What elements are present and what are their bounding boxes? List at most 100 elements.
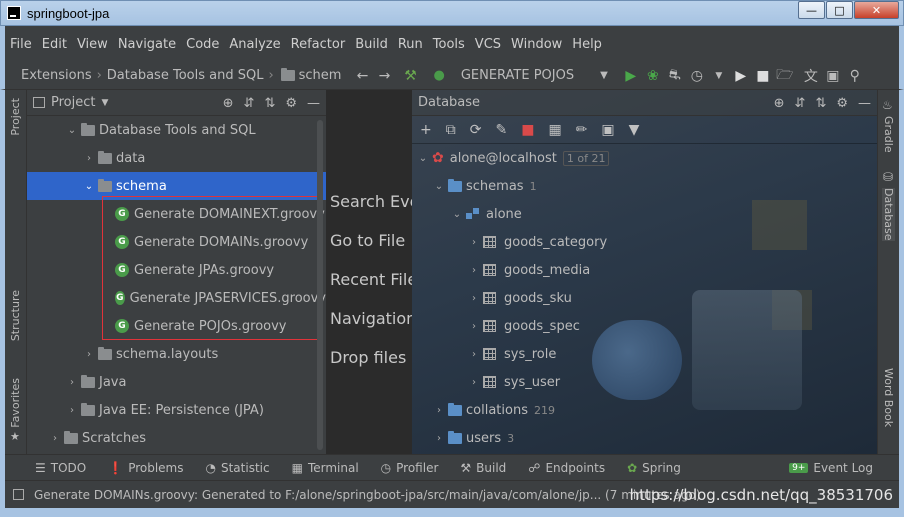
expand-all-icon[interactable]: ⇵ bbox=[244, 96, 255, 111]
tree-item-schema-alone[interactable]: ⌄ alone bbox=[412, 200, 877, 228]
menu-analyze[interactable]: Analyze bbox=[229, 37, 280, 52]
tree-item-schema-layouts[interactable]: › schema.layouts bbox=[27, 340, 326, 368]
profile-icon[interactable]: ◷ bbox=[686, 65, 708, 87]
table-view-icon[interactable]: ▦ bbox=[548, 122, 561, 138]
tree-item-scratches[interactable]: › Scratches bbox=[27, 424, 326, 452]
project-tool-tab[interactable]: Project bbox=[9, 98, 22, 136]
hide-icon[interactable]: — bbox=[307, 96, 320, 111]
tree-item-database-tools[interactable]: ⌄ Database Tools and SQL bbox=[27, 116, 326, 144]
tree-item-data[interactable]: › data bbox=[27, 144, 326, 172]
menu-refactor[interactable]: Refactor bbox=[291, 37, 346, 52]
chevron-right-icon[interactable]: › bbox=[48, 433, 62, 444]
tool-tab-todo[interactable]: ☰ TODO bbox=[35, 461, 86, 475]
breadcrumb-schema[interactable]: schem bbox=[299, 68, 342, 83]
status-toggle-icon[interactable] bbox=[13, 489, 24, 500]
chevron-right-icon[interactable]: › bbox=[432, 405, 446, 416]
wordbook-tool-tab[interactable]: Word Book bbox=[882, 368, 895, 427]
chevron-right-icon[interactable]: › bbox=[65, 405, 79, 416]
menu-view[interactable]: View bbox=[77, 37, 108, 52]
tree-item-datasource[interactable]: ⌄ ✿ alone@localhost 1 of 21 bbox=[412, 144, 877, 172]
tree-item-users[interactable]: › users 3 bbox=[412, 424, 877, 452]
project-panel-title[interactable]: Project bbox=[51, 95, 95, 110]
hide-icon[interactable]: — bbox=[858, 96, 871, 111]
chevron-right-icon[interactable]: › bbox=[82, 153, 96, 164]
chevron-down-icon[interactable]: ⌄ bbox=[432, 181, 446, 192]
chevron-right-icon[interactable]: › bbox=[467, 349, 481, 360]
favorites-tool-tab[interactable]: Favorites bbox=[9, 378, 22, 428]
tree-item-collations[interactable]: › collations 219 bbox=[412, 396, 877, 424]
edit-icon[interactable]: ✏ bbox=[576, 122, 588, 138]
run-configuration-dropdown[interactable]: ● GENERATE POJOS ▼ bbox=[427, 65, 613, 87]
chevron-right-icon[interactable]: › bbox=[467, 321, 481, 332]
menu-code[interactable]: Code bbox=[186, 37, 219, 52]
locate-icon[interactable]: ⊕ bbox=[774, 96, 785, 111]
database-tool-tab[interactable]: Database bbox=[882, 188, 895, 241]
chevron-right-icon[interactable]: › bbox=[82, 349, 96, 360]
chevron-right-icon[interactable]: › bbox=[467, 265, 481, 276]
status-message[interactable]: Generate DOMAINs.groovy: Generated to F:… bbox=[34, 488, 701, 502]
tool-tab-problems[interactable]: ❗ Problems bbox=[108, 461, 183, 475]
project-structure-icon[interactable]: 🗁 bbox=[774, 65, 796, 87]
chevron-right-icon[interactable]: › bbox=[467, 237, 481, 248]
hammer-build-icon[interactable]: ⚒ bbox=[399, 65, 421, 87]
tree-item-java-ee[interactable]: › Java EE: Persistence (JPA) bbox=[27, 396, 326, 424]
tree-item-table[interactable]: › sys_user bbox=[412, 368, 877, 396]
gear-icon[interactable]: ⚙ bbox=[285, 96, 297, 111]
chevron-down-icon[interactable]: ⌄ bbox=[416, 153, 430, 164]
gradle-tool-tab[interactable]: Gradle bbox=[882, 116, 895, 153]
chevron-right-icon[interactable]: › bbox=[467, 293, 481, 304]
gear-icon[interactable]: ⚙ bbox=[836, 96, 848, 111]
tree-item-schemas[interactable]: ⌄ schemas 1 bbox=[412, 172, 877, 200]
presentation-icon[interactable]: ▣ bbox=[822, 65, 844, 87]
filter-icon[interactable]: ▼ bbox=[629, 122, 640, 138]
menu-vcs[interactable]: VCS bbox=[475, 37, 501, 52]
menu-tools[interactable]: Tools bbox=[433, 37, 465, 52]
tree-item-table[interactable]: › goods_spec bbox=[412, 312, 877, 340]
debug-icon[interactable]: ❀ bbox=[642, 65, 664, 87]
tree-item-table[interactable]: › goods_media bbox=[412, 256, 877, 284]
chevron-down-icon[interactable]: ⌄ bbox=[82, 181, 96, 192]
chevron-right-icon[interactable]: › bbox=[467, 377, 481, 388]
locate-icon[interactable]: ⊕ bbox=[223, 96, 234, 111]
forward-arrow-icon[interactable]: → bbox=[373, 65, 395, 87]
chevron-right-icon[interactable]: › bbox=[65, 377, 79, 388]
collapse-all-icon[interactable]: ⇅ bbox=[264, 96, 275, 111]
chevron-down-icon[interactable]: ⌄ bbox=[65, 125, 79, 136]
close-button[interactable]: ✕ bbox=[854, 1, 899, 19]
menu-window[interactable]: Window bbox=[511, 37, 562, 52]
more-run-options-icon[interactable]: ▼ bbox=[708, 65, 730, 87]
tool-tab-spring[interactable]: ✿ Spring bbox=[627, 461, 681, 475]
maximize-button[interactable]: □ bbox=[826, 1, 853, 19]
menu-build[interactable]: Build bbox=[355, 37, 388, 52]
tree-item-table[interactable]: › goods_category bbox=[412, 228, 877, 256]
tool-tab-build[interactable]: ⚒ Build bbox=[460, 461, 506, 475]
collapse-all-icon[interactable]: ⇅ bbox=[815, 96, 826, 111]
stop-icon[interactable]: ■ bbox=[521, 122, 534, 138]
breadcrumb-database-tools[interactable]: Database Tools and SQL bbox=[107, 68, 264, 83]
coverage-icon[interactable]: ⛐ bbox=[664, 65, 686, 87]
translate-icon[interactable]: 文 bbox=[800, 65, 822, 87]
database-panel-title[interactable]: Database bbox=[418, 95, 480, 110]
menu-run[interactable]: Run bbox=[398, 37, 423, 52]
tool-tab-terminal[interactable]: ▦ Terminal bbox=[292, 461, 359, 475]
expand-all-icon[interactable]: ⇵ bbox=[795, 96, 806, 111]
play-icon[interactable]: ▶ bbox=[730, 65, 752, 87]
properties-icon[interactable]: ✎ bbox=[495, 122, 507, 138]
refresh-icon[interactable]: ⟳ bbox=[470, 122, 482, 138]
event-log-button[interactable]: 9+ Event Log bbox=[789, 461, 873, 475]
back-arrow-icon[interactable]: ← bbox=[351, 65, 373, 87]
structure-tool-tab[interactable]: Structure bbox=[9, 290, 22, 341]
tree-item-table[interactable]: › goods_sku bbox=[412, 284, 877, 312]
menu-file[interactable]: File bbox=[10, 37, 32, 52]
stop-icon[interactable]: ■ bbox=[752, 65, 774, 87]
menu-edit[interactable]: Edit bbox=[42, 37, 67, 52]
sql-console-icon[interactable]: ▣ bbox=[601, 122, 614, 138]
breadcrumb-extensions[interactable]: Extensions bbox=[21, 68, 92, 83]
run-icon[interactable]: ▶ bbox=[620, 65, 642, 87]
chevron-down-icon[interactable]: ▼ bbox=[101, 98, 108, 108]
chevron-down-icon[interactable]: ⌄ bbox=[450, 209, 464, 220]
tree-item-table[interactable]: › sys_role bbox=[412, 340, 877, 368]
menu-navigate[interactable]: Navigate bbox=[118, 37, 176, 52]
add-icon[interactable]: + bbox=[420, 122, 432, 138]
datasource-pager[interactable]: 1 of 21 bbox=[562, 150, 610, 166]
